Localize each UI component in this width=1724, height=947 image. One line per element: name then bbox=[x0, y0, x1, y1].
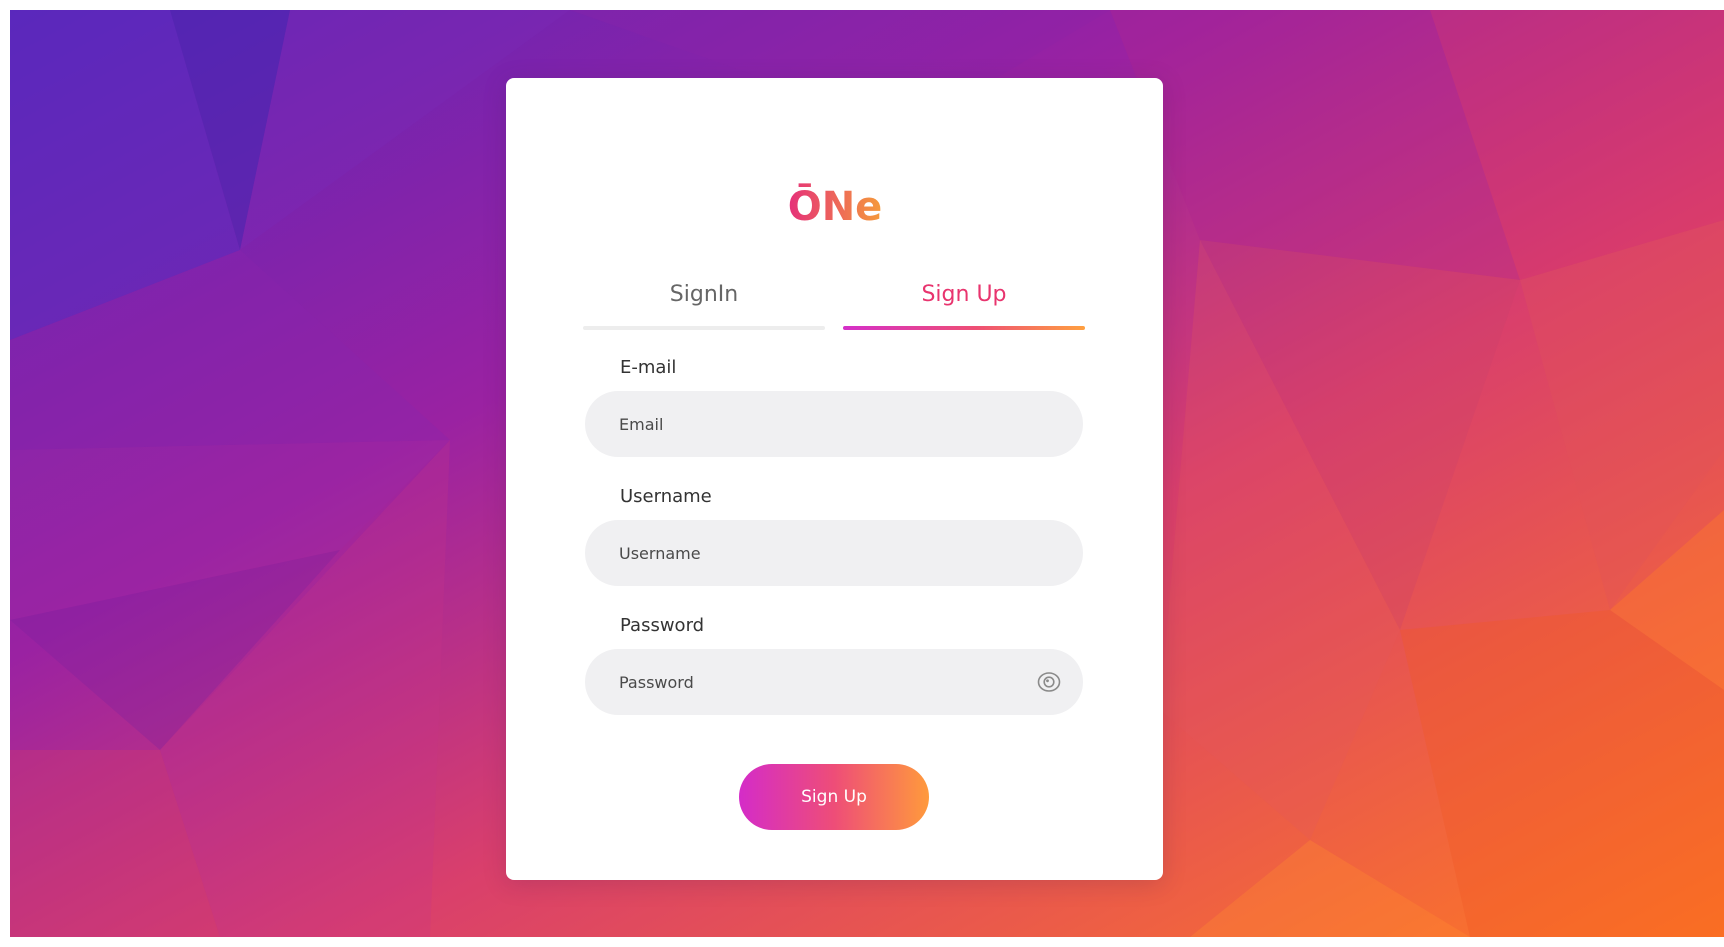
auth-tabs: SignIn Sign Up bbox=[583, 278, 1085, 330]
eye-icon[interactable] bbox=[1037, 671, 1061, 693]
email-label: E-mail bbox=[620, 357, 677, 378]
password-input[interactable] bbox=[619, 649, 1019, 715]
one-logo: ŌNe bbox=[787, 182, 882, 230]
tab-signin[interactable]: SignIn bbox=[583, 278, 825, 330]
tab-signin-label: SignIn bbox=[669, 282, 739, 307]
tab-signup-label: Sign Up bbox=[921, 282, 1007, 307]
tab-signup[interactable]: Sign Up bbox=[843, 278, 1085, 330]
password-label: Password bbox=[620, 615, 705, 636]
tab-signin-underline bbox=[583, 326, 825, 330]
logo-text: ŌNe bbox=[787, 182, 882, 230]
username-field[interactable] bbox=[585, 520, 1083, 586]
email-field[interactable] bbox=[585, 391, 1083, 457]
email-input[interactable] bbox=[619, 391, 1019, 457]
signup-card: ŌNe SignIn Sign Up E-mail Username Passw… bbox=[506, 78, 1163, 880]
brand-logo: ŌNe bbox=[506, 174, 1163, 234]
username-input[interactable] bbox=[619, 520, 1019, 586]
username-label: Username bbox=[620, 486, 712, 507]
password-field[interactable] bbox=[585, 649, 1083, 715]
tab-signup-active-underline bbox=[843, 326, 1085, 330]
signup-button[interactable]: Sign Up bbox=[739, 764, 929, 830]
